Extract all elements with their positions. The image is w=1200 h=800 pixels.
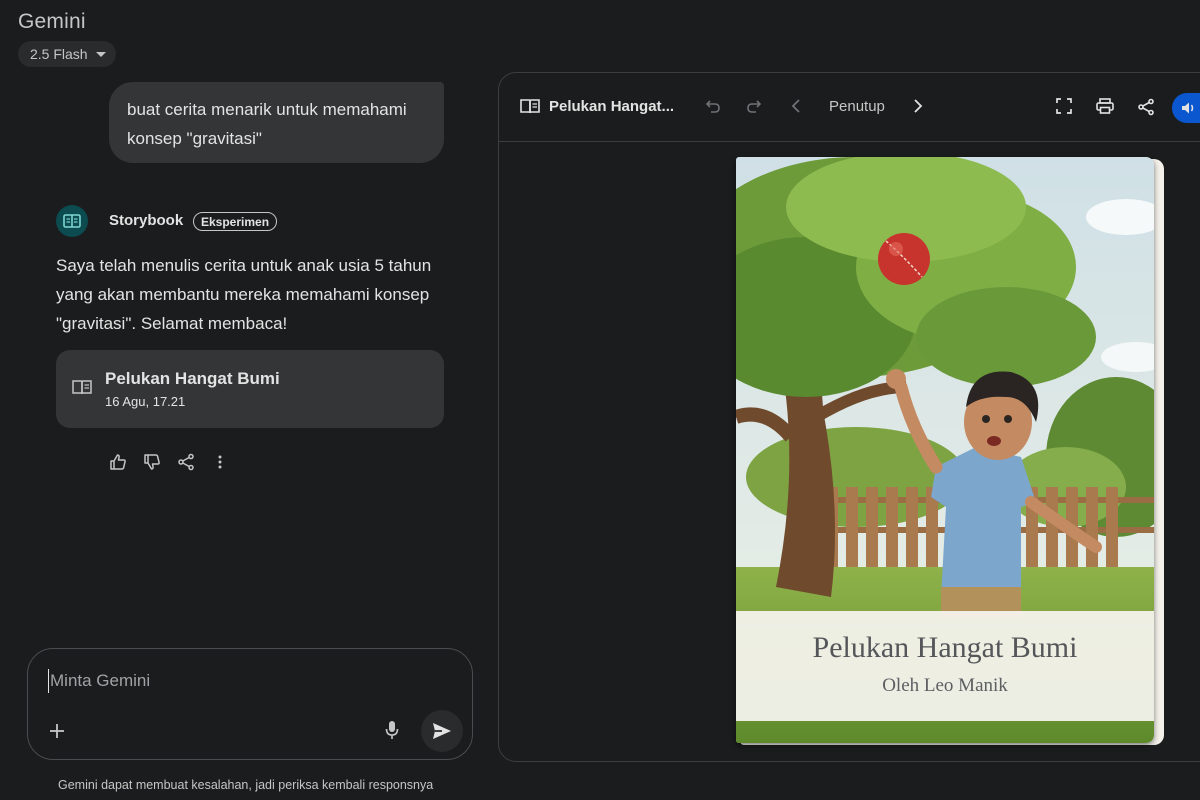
- book-title: Pelukan Hangat Bumi: [812, 631, 1078, 664]
- storybook-book[interactable]: Pelukan Hangat Bumi Oleh Leo Manik: [736, 157, 1164, 745]
- disclaimer: Gemini dapat membuat kesalahan, jadi per…: [58, 778, 434, 792]
- add-icon[interactable]: [46, 720, 68, 742]
- book-author: Oleh Leo Manik: [882, 675, 1008, 696]
- bot-name: Storybook: [109, 212, 184, 229]
- book-icon: [520, 98, 540, 114]
- canvas-toolbar: Pelukan Hangat... Penutup: [499, 73, 1200, 142]
- thumb-up-icon[interactable]: [108, 452, 128, 472]
- send-button[interactable]: [421, 710, 463, 752]
- undo-icon[interactable]: [705, 99, 721, 113]
- card-date: 16 Agu, 17.21: [105, 394, 186, 409]
- thumb-down-icon[interactable]: [142, 452, 162, 472]
- redo-icon[interactable]: [746, 99, 762, 113]
- chevron-left-icon[interactable]: [791, 99, 801, 113]
- volume-icon: [1182, 102, 1194, 114]
- feedback-actions: [108, 452, 230, 472]
- bot-message: Saya telah menulis cerita untuk anak usi…: [56, 256, 432, 333]
- model-selector[interactable]: 2.5 Flash: [18, 41, 116, 67]
- book-open-icon: [72, 379, 92, 400]
- canvas-panel: Pelukan Hangat... Penutup Pelukan Hangat…: [498, 72, 1200, 762]
- model-label: 2.5 Flash: [30, 46, 88, 62]
- share-icon[interactable]: [1137, 98, 1155, 116]
- app-title[interactable]: Gemini: [18, 10, 86, 34]
- user-message: buat cerita menarik untuk memahami konse…: [109, 82, 444, 163]
- page-label: Penutup: [829, 98, 885, 115]
- canvas-title: Pelukan Hangat...: [549, 98, 675, 115]
- print-icon[interactable]: [1096, 98, 1114, 114]
- cover-title-band: Pelukan Hangat Bumi Oleh Leo Manik: [736, 611, 1154, 721]
- chevron-right-icon[interactable]: [913, 99, 923, 113]
- storybook-card[interactable]: Pelukan Hangat Bumi 16 Agu, 17.21: [56, 350, 444, 428]
- more-vert-icon[interactable]: [210, 452, 230, 472]
- experiment-badge: Eksperimen: [193, 212, 278, 231]
- caret-down-icon: [95, 51, 106, 57]
- book-cover: Pelukan Hangat Bumi Oleh Leo Manik: [736, 157, 1154, 743]
- card-title: Pelukan Hangat Bumi: [105, 369, 280, 388]
- mic-icon[interactable]: [382, 719, 402, 741]
- fullscreen-icon[interactable]: [1056, 98, 1072, 114]
- send-icon: [433, 723, 451, 739]
- prompt-box: [27, 648, 473, 760]
- audio-button[interactable]: [1172, 93, 1200, 123]
- storybook-avatar-icon: [56, 205, 88, 237]
- share-icon[interactable]: [176, 452, 196, 472]
- prompt-input[interactable]: [48, 669, 428, 693]
